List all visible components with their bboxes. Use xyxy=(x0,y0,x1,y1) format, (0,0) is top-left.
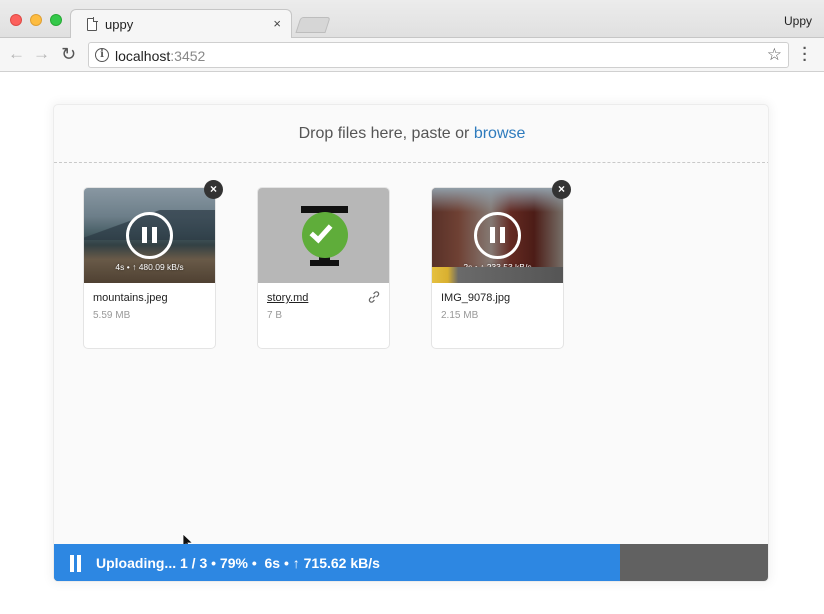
pause-icon xyxy=(500,227,505,243)
upload-status-bar: Uploading... 1 / 3 • 79% • 6s • ↑ 715.62… xyxy=(54,544,768,581)
drop-zone[interactable]: Drop files here, paste or browse xyxy=(54,105,768,163)
remove-file-button[interactable]: × xyxy=(552,180,571,199)
pause-icon xyxy=(152,227,157,243)
file-card[interactable]: story.md 7 B xyxy=(257,187,390,349)
address-bar[interactable]: i localhost:3452 ☆ xyxy=(88,42,789,68)
browser-toolbar: ← → ↻ i localhost:3452 ☆ · · · xyxy=(0,38,824,72)
file-size: 7 B xyxy=(267,310,283,321)
tab-title: uppy xyxy=(105,17,134,32)
back-arrow-icon[interactable]: ← xyxy=(8,44,25,64)
browser-tab[interactable]: uppy × xyxy=(70,9,292,39)
url-port: :3452 xyxy=(170,48,206,64)
pause-icon xyxy=(77,555,81,572)
text-file-icon-foot xyxy=(310,260,339,266)
browser-titlebar: uppy × Uppy xyxy=(0,0,824,39)
file-thumbnail: 2s • ↑ 233.53 kB/s xyxy=(432,188,563,283)
drop-zone-text: Drop files here, paste or xyxy=(298,125,474,142)
checkmark-icon xyxy=(309,219,333,244)
file-thumbnail: 4s • ↑ 480.09 kB/s xyxy=(84,188,215,283)
file-thumbnail xyxy=(258,188,389,283)
forward-arrow-icon[interactable]: → xyxy=(33,44,50,64)
info-icon[interactable]: i xyxy=(95,48,109,62)
upload-status-text: Uploading... 1 / 3 • 79% • 6s • ↑ 715.62… xyxy=(96,555,380,571)
url-host: localhost xyxy=(115,48,171,64)
close-window-button[interactable] xyxy=(10,14,22,26)
url-text[interactable]: localhost:3452 xyxy=(115,48,205,64)
star-icon[interactable]: ☆ xyxy=(767,45,782,65)
drop-zone-prompt: Drop files here, paste or browse xyxy=(299,125,526,143)
pause-icon xyxy=(70,555,74,572)
pause-upload-button[interactable] xyxy=(126,212,173,259)
file-size: 5.59 MB xyxy=(93,310,131,321)
file-name: mountains.jpeg xyxy=(93,292,168,304)
file-card[interactable]: 4s • ↑ 480.09 kB/s × mountains.jpeg 5.59… xyxy=(83,180,223,349)
pause-icon xyxy=(490,227,495,243)
document-icon xyxy=(87,17,98,31)
uppy-dashboard: Drop files here, paste or browse 4s • ↑ … xyxy=(53,104,769,582)
file-size: 2.15 MB xyxy=(441,310,479,321)
upload-stats: 4s • ↑ 480.09 kB/s xyxy=(115,262,184,272)
link-icon[interactable] xyxy=(367,290,381,304)
upload-stats: 2s • ↑ 233.53 kB/s xyxy=(463,262,532,272)
pause-upload-button[interactable] xyxy=(474,212,521,259)
page-content: Drop files here, paste or browse 4s • ↑ … xyxy=(0,72,824,614)
zoom-window-button[interactable] xyxy=(50,14,62,26)
pause-icon xyxy=(142,227,147,243)
file-name: IMG_9078.jpg xyxy=(441,292,511,304)
remove-file-button[interactable]: × xyxy=(204,180,223,199)
browse-link[interactable]: browse xyxy=(474,125,526,142)
profile-name[interactable]: Uppy xyxy=(784,14,812,28)
pause-all-button[interactable] xyxy=(69,555,83,572)
file-card[interactable]: 2s • ↑ 233.53 kB/s × IMG_9078.jpg 2.15 M… xyxy=(431,180,571,349)
file-name-link[interactable]: story.md xyxy=(267,292,308,304)
tab-close-button[interactable]: × xyxy=(273,16,281,31)
minimize-window-button[interactable] xyxy=(30,14,42,26)
reload-icon[interactable]: ↻ xyxy=(61,44,76,64)
menu-dots-icon[interactable]: · · · xyxy=(798,41,812,68)
new-tab-button[interactable] xyxy=(295,17,331,33)
upload-complete-icon xyxy=(302,212,348,258)
